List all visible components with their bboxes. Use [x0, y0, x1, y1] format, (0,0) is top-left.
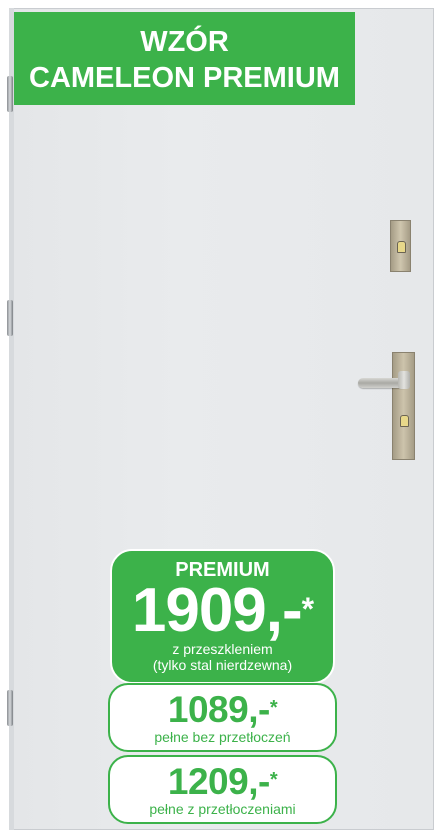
premium-price-badge: PREMIUM 1909,-* z przeszkleniem (tylko s…	[110, 549, 335, 684]
price-option-full-no-embossing: 1089,-* pełne bez przetłoczeń	[108, 683, 337, 752]
hinge-top-icon	[7, 76, 13, 112]
hinge-bottom-icon	[7, 690, 13, 726]
handle-rose-icon	[398, 371, 410, 389]
option1-asterisk: *	[269, 697, 278, 719]
option2-asterisk: *	[269, 769, 278, 791]
option1-price-value: 1089,-	[167, 689, 270, 730]
keyhole-icon	[397, 241, 406, 253]
price-option-full-embossed: 1209,-* pełne z przetłoczeniami	[108, 755, 337, 824]
option2-desc: pełne z przetłoczeniami	[149, 801, 296, 817]
title-line-2: CAMELEON PREMIUM	[29, 62, 340, 94]
option1-desc: pełne bez przetłoczeń	[154, 729, 291, 745]
premium-desc-2: (tylko stal nierdzewna)	[152, 657, 293, 673]
title-banner: WZÓR CAMELEON PREMIUM	[14, 12, 355, 105]
option2-price: 1209,-*	[110, 763, 335, 801]
premium-asterisk: *	[301, 591, 314, 627]
hinge-middle-icon	[7, 300, 13, 336]
option1-price: 1089,-*	[110, 691, 335, 729]
keyhole-icon	[400, 415, 409, 427]
title-line-1: WZÓR	[140, 26, 229, 58]
premium-price: 1909,-*	[112, 580, 333, 642]
handle-plate-icon	[392, 352, 415, 460]
upper-lock-icon	[390, 220, 411, 272]
option2-price-value: 1209,-	[167, 761, 270, 802]
premium-price-value: 1909,-	[131, 576, 303, 645]
